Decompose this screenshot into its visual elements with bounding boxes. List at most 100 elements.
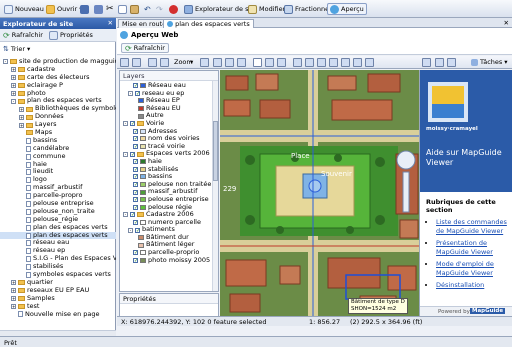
expand-icon[interactable]: + (11, 304, 16, 310)
layer-checkbox[interactable]: ✓ (133, 174, 138, 180)
explorer-properties-button[interactable]: Propriétés (48, 30, 93, 40)
collapse-icon[interactable]: - (128, 90, 133, 96)
layer-item[interactable]: Bâtiment dur (123, 234, 218, 242)
tree-folder[interactable]: + Bibliothèques de symboles (0, 105, 116, 113)
layers-scrollbar[interactable] (212, 81, 218, 291)
tree-item[interactable]: commune (0, 153, 116, 161)
expand-icon[interactable]: + (19, 122, 24, 128)
layer-checkbox[interactable]: ✓ (133, 189, 138, 195)
redo-button[interactable]: ↷ (154, 3, 165, 15)
tab-plan-des-espaces-verts[interactable]: plan des espaces verts (163, 19, 254, 28)
tree-item[interactable]: candélabre (0, 145, 116, 153)
layer-item[interactable]: - ✓ batiments (123, 226, 218, 234)
zoom-out-icon[interactable] (225, 58, 234, 67)
help-link[interactable]: Mode d'emploi de MapGuide Viewer (436, 260, 494, 277)
expand-icon[interactable]: + (11, 296, 16, 302)
collapse-icon[interactable]: - (123, 121, 128, 127)
tree-item[interactable]: parcelle-propro (0, 192, 116, 200)
expand-icon[interactable]: + (11, 67, 16, 73)
layer-item[interactable]: ✓ numero parcelle (123, 219, 218, 227)
scroll-thumb[interactable] (213, 121, 218, 181)
layer-checkbox[interactable]: ✓ (133, 250, 138, 256)
layer-item[interactable]: Réseau EU (123, 105, 218, 113)
zoom-extent-icon[interactable] (200, 58, 209, 67)
buffer-icon[interactable] (341, 58, 350, 67)
explorer-refresh-button[interactable]: ⟳ Rafraîchir (3, 31, 43, 40)
tree-item[interactable]: pelouse_régie (0, 216, 116, 224)
layer-checkbox[interactable]: ✓ (130, 121, 135, 127)
tree-folder[interactable]: + Samples (0, 295, 116, 303)
tree-item[interactable]: massif_arbustif (0, 184, 116, 192)
help-icon[interactable] (365, 58, 374, 67)
tree-item[interactable]: haie (0, 161, 116, 169)
cut-button[interactable]: ✂ (104, 3, 116, 15)
tasks-menu-button[interactable]: Tâches ▾ (471, 58, 508, 66)
expand-icon[interactable]: + (11, 288, 16, 294)
tree-item[interactable]: lieudit (0, 168, 116, 176)
collapse-icon[interactable]: - (11, 98, 16, 104)
zoom-in-icon[interactable] (213, 58, 222, 67)
layer-checkbox[interactable]: ✓ (133, 182, 138, 188)
layer-item[interactable]: ✓ photo moissy 2005 (123, 257, 218, 265)
help-link[interactable]: Présentation de MapGuide Viewer (436, 239, 493, 256)
layer-item[interactable]: - ✓ Cadastre 2006 (123, 211, 218, 219)
layer-checkbox[interactable]: ✓ (133, 257, 138, 263)
map-canvas[interactable] (220, 70, 419, 316)
layer-checkbox[interactable]: ✓ (133, 83, 138, 89)
tree-item[interactable]: plan des espaces verts (0, 224, 116, 232)
help-link[interactable]: Liste des commandes de MapGuide Viewer (436, 218, 507, 235)
tree-folder[interactable]: + reseaux EU EP EAU (0, 287, 116, 295)
home-icon[interactable] (422, 58, 431, 67)
pan-hand-icon[interactable] (237, 58, 246, 67)
tree-item[interactable]: logo (0, 176, 116, 184)
layer-checkbox[interactable]: ✓ (133, 197, 138, 203)
tree-item[interactable]: stabilisés (0, 263, 116, 271)
tree-folder[interactable]: + carte des électeurs (0, 74, 116, 82)
tree-folder[interactable]: + cadastre (0, 66, 116, 74)
layer-checkbox[interactable]: ✓ (133, 128, 138, 134)
collapse-icon[interactable]: - (3, 59, 8, 65)
expand-icon[interactable]: + (11, 83, 16, 89)
back-icon[interactable] (435, 58, 444, 67)
split-button[interactable]: Fractionner (282, 3, 334, 15)
tree-item[interactable]: - site de production de magguide open (0, 58, 116, 66)
layer-item[interactable]: Autre (123, 112, 218, 120)
delete-button[interactable] (167, 3, 180, 15)
select-polygon-icon[interactable] (277, 58, 286, 67)
tree-folder[interactable]: + quartier (0, 279, 116, 287)
tree-folder[interactable]: + photo (0, 90, 116, 98)
select-pointer-icon[interactable] (253, 58, 262, 67)
layer-checkbox[interactable]: ✓ (133, 204, 138, 210)
expand-icon[interactable]: + (19, 106, 24, 112)
tree-item[interactable]: symboles espaces verts (0, 271, 116, 279)
collapse-icon[interactable]: - (123, 151, 128, 157)
save-button[interactable] (78, 3, 91, 15)
tree-folder[interactable]: Maps (0, 129, 116, 137)
print-icon[interactable] (317, 58, 326, 67)
tree-item[interactable]: réseau ep (0, 247, 116, 255)
refresh-map-icon[interactable] (305, 58, 314, 67)
layer-checkbox[interactable]: ✓ (133, 219, 138, 225)
layer-checkbox[interactable]: ✓ (133, 159, 138, 165)
layer-checkbox[interactable]: ✓ (135, 90, 140, 96)
tree-item[interactable]: réseau eau (0, 239, 116, 247)
layer-checkbox[interactable]: ✓ (130, 212, 135, 218)
layer-item[interactable]: - ✓ Espaces verts 2006 (123, 150, 218, 158)
clear-selection-icon[interactable] (293, 58, 302, 67)
layer-checkbox[interactable]: ✓ (133, 136, 138, 142)
sort-button[interactable]: ⇅ Trier ▾ (3, 44, 30, 54)
layers-toggle-icon[interactable] (120, 58, 129, 67)
zoom-dropdown-icon[interactable]: ▾ (190, 58, 193, 66)
collapse-icon[interactable]: - (123, 212, 128, 218)
forward-icon[interactable] (447, 58, 456, 67)
expand-icon[interactable]: + (11, 91, 16, 96)
layer-item[interactable]: - ✓ reseau eu ep (123, 90, 218, 98)
layer-item[interactable]: ✓ haie (123, 158, 218, 166)
expand-icon[interactable]: + (11, 75, 16, 81)
layer-item[interactable]: ✓ massif_arbustif (123, 188, 218, 196)
expand-icon[interactable]: + (11, 280, 16, 286)
search-icon[interactable] (353, 58, 362, 67)
tree-item[interactable]: plan des espaces verts (0, 231, 116, 240)
tree-item[interactable]: S.I.G - Plan des Espaces Ver (0, 255, 116, 263)
legend-icon[interactable] (132, 58, 141, 67)
